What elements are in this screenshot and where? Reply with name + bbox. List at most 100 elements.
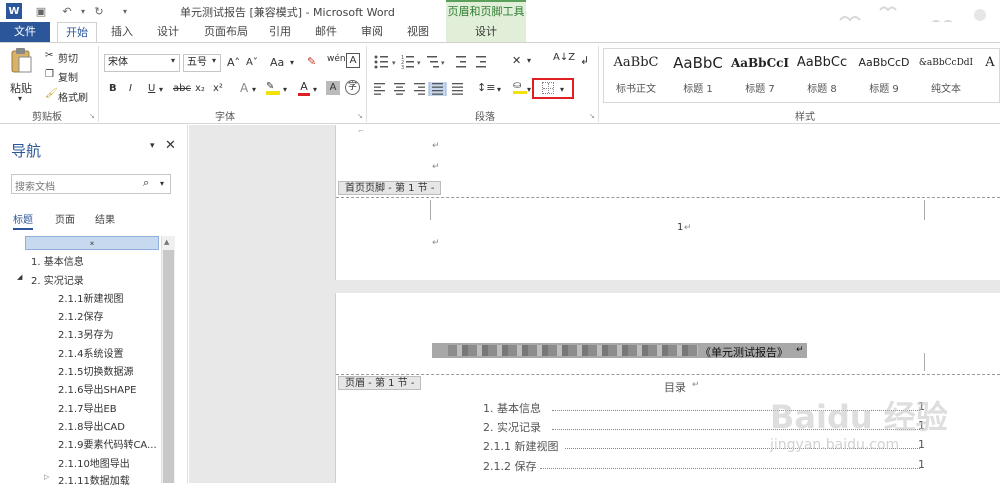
search-dropdown-icon[interactable]: ▾ xyxy=(160,179,164,188)
highlight-dropdown-icon[interactable]: ▾ xyxy=(283,85,287,94)
clear-format-icon[interactable]: ✎ xyxy=(307,55,316,68)
shading-icon[interactable]: ⛀ xyxy=(513,80,527,94)
change-case-dropdown-icon[interactable]: ▾ xyxy=(290,58,294,67)
char-shading-icon[interactable]: A xyxy=(326,81,340,95)
char-border-icon[interactable]: A xyxy=(346,53,360,68)
superscript-button[interactable]: x² xyxy=(213,83,223,94)
nav-heading-item[interactable]: 2.1.11数据加载 xyxy=(58,472,130,487)
grow-font-button[interactable]: A˄ xyxy=(227,56,240,69)
style-item[interactable]: AaBbCc 标题 8 xyxy=(791,50,853,100)
text-effects-icon[interactable]: A xyxy=(240,81,248,95)
tab-header-footer-design[interactable]: 设计 xyxy=(446,22,526,42)
style-item[interactable]: AaBbC 标题 1 xyxy=(667,50,729,100)
paste-dropdown-icon[interactable]: ▾ xyxy=(18,94,22,103)
enclose-char-icon[interactable]: 字 xyxy=(345,80,360,95)
search-icon[interactable]: ⌕ xyxy=(143,176,149,190)
group-divider xyxy=(598,46,599,122)
nav-heading-item[interactable]: 2.1.3另存为 xyxy=(58,326,113,341)
style-item[interactable]: AaBbC 标书正文 xyxy=(605,50,667,100)
nav-heading-item[interactable]: 2.1.4系统设置 xyxy=(58,345,123,360)
cut-button[interactable]: 剪切 xyxy=(58,50,78,65)
style-item[interactable]: A xyxy=(980,50,1000,100)
collapse-triangle-icon[interactable]: ◢ xyxy=(17,273,22,281)
italic-button[interactable]: I xyxy=(129,83,132,94)
font-name-combo[interactable]: 宋体 xyxy=(104,54,180,72)
font-launcher-icon[interactable]: ↘ xyxy=(357,112,363,120)
footer-tag[interactable]: 首页页脚 - 第 1 节 - xyxy=(338,181,442,195)
show-marks-icon[interactable]: ↲ xyxy=(580,54,589,67)
customize-qat-icon[interactable]: ▾ xyxy=(118,4,132,18)
header-title: 《单元测试报告》 xyxy=(700,346,788,359)
paste-icon[interactable] xyxy=(10,48,32,74)
nav-heading-item[interactable]: 1. 基本信息 xyxy=(31,253,84,268)
line-spacing-icon[interactable]: ↕≡ xyxy=(477,81,495,94)
tab-view[interactable]: 视图 xyxy=(400,22,436,42)
expand-triangle-icon[interactable]: ▷ xyxy=(44,473,49,481)
tab-references[interactable]: 引用 xyxy=(262,22,298,42)
phonetic-guide-icon[interactable]: wén xyxy=(327,54,346,64)
collapse-all-icon[interactable]: ⌅ xyxy=(25,236,159,250)
format-painter-icon[interactable]: 🖌 xyxy=(45,88,58,99)
tab-page-layout[interactable]: 页面布局 xyxy=(196,22,256,42)
toc-entry[interactable]: 2.1.2 保存 1 xyxy=(483,458,928,476)
line-spacing-dropdown-icon[interactable]: ▾ xyxy=(497,85,501,94)
footer-boundary xyxy=(336,197,1000,198)
tab-headings[interactable]: 标题 xyxy=(13,211,33,230)
nav-heading-item[interactable]: 2.1.8导出CAD xyxy=(58,418,125,433)
nav-options-icon[interactable]: ▾ xyxy=(150,141,155,151)
nav-heading-item[interactable]: 2.1.10地图导出 xyxy=(58,455,130,470)
nav-heading-item[interactable]: 2.1.9要素代码转CA... xyxy=(58,436,157,451)
text-effects-dropdown-icon[interactable]: ▾ xyxy=(252,85,256,94)
shrink-font-button[interactable]: A˅ xyxy=(246,57,258,68)
tab-design[interactable]: 设计 xyxy=(150,22,186,42)
scroll-up-icon[interactable]: ▲ xyxy=(164,238,169,246)
undo-dropdown-icon[interactable]: ▾ xyxy=(76,4,90,18)
tab-mailings[interactable]: 邮件 xyxy=(308,22,344,42)
strikethrough-button[interactable]: abc xyxy=(173,83,191,94)
font-size-dropdown-icon[interactable]: ▾ xyxy=(212,56,216,65)
style-item[interactable]: AaBbCcD 标题 9 xyxy=(853,50,915,100)
paragraph-launcher-icon[interactable]: ↘ xyxy=(589,112,595,120)
chinese-layout-icon[interactable]: ✕ xyxy=(512,54,521,67)
bold-button[interactable]: B xyxy=(109,83,117,94)
nav-heading-item[interactable]: 2.1.5切换数据源 xyxy=(58,363,133,378)
save-icon[interactable]: ▣ xyxy=(34,4,48,18)
chinese-layout-dropdown-icon[interactable]: ▾ xyxy=(527,56,531,65)
tab-pages[interactable]: 页面 xyxy=(55,211,75,226)
tab-insert[interactable]: 插入 xyxy=(104,22,140,42)
margin-marker xyxy=(924,353,925,371)
tab-file[interactable]: 文件 xyxy=(0,22,50,42)
clipboard-launcher-icon[interactable]: ↘ xyxy=(89,112,95,120)
change-case-button[interactable]: Aa xyxy=(270,56,284,69)
tab-results[interactable]: 结果 xyxy=(95,211,115,226)
shading-dropdown-icon[interactable]: ▾ xyxy=(527,85,531,94)
close-icon[interactable]: ✕ xyxy=(165,138,176,153)
nav-heading-item[interactable]: 2.1.7导出EB xyxy=(58,400,117,415)
style-item[interactable]: AaBbCcI 标题 7 xyxy=(729,50,791,100)
highlight-color-icon[interactable]: ✎ xyxy=(266,81,280,95)
undo-icon[interactable]: ↶ xyxy=(60,4,74,18)
nav-heading-item[interactable]: 2.1.1新建视图 xyxy=(58,290,123,305)
format-painter-button[interactable]: 格式刷 xyxy=(58,89,88,104)
nav-heading-item[interactable]: 2.1.6导出SHAPE xyxy=(58,381,137,396)
underline-button[interactable]: U xyxy=(148,83,155,94)
redo-icon[interactable]: ↻ xyxy=(92,4,106,18)
header-tag[interactable]: 页眉 - 第 1 节 - xyxy=(338,376,422,390)
style-item[interactable]: &aBbCcDdI 纯文本 xyxy=(915,50,977,100)
font-name-dropdown-icon[interactable]: ▾ xyxy=(171,56,175,65)
word-app-icon[interactable]: W xyxy=(6,3,22,19)
nav-heading-item[interactable]: 2.1.2保存 xyxy=(58,308,103,323)
font-color-icon[interactable]: A xyxy=(298,80,310,96)
tab-home[interactable]: 开始 xyxy=(57,22,97,43)
style-sample: &aBbCcDdI xyxy=(918,58,974,68)
copy-icon[interactable]: ❐ xyxy=(45,69,54,80)
copy-button[interactable]: 复制 xyxy=(58,69,78,84)
scrollbar-thumb[interactable] xyxy=(163,250,174,483)
cut-icon[interactable]: ✂ xyxy=(45,50,53,61)
tab-review[interactable]: 审阅 xyxy=(354,22,390,42)
nav-heading-item[interactable]: 2. 实况记录 xyxy=(31,272,84,287)
sort-icon[interactable]: A↓Z xyxy=(553,52,575,63)
subscript-button[interactable]: x₂ xyxy=(195,83,205,94)
underline-dropdown-icon[interactable]: ▾ xyxy=(159,85,163,94)
font-color-dropdown-icon[interactable]: ▾ xyxy=(313,85,317,94)
